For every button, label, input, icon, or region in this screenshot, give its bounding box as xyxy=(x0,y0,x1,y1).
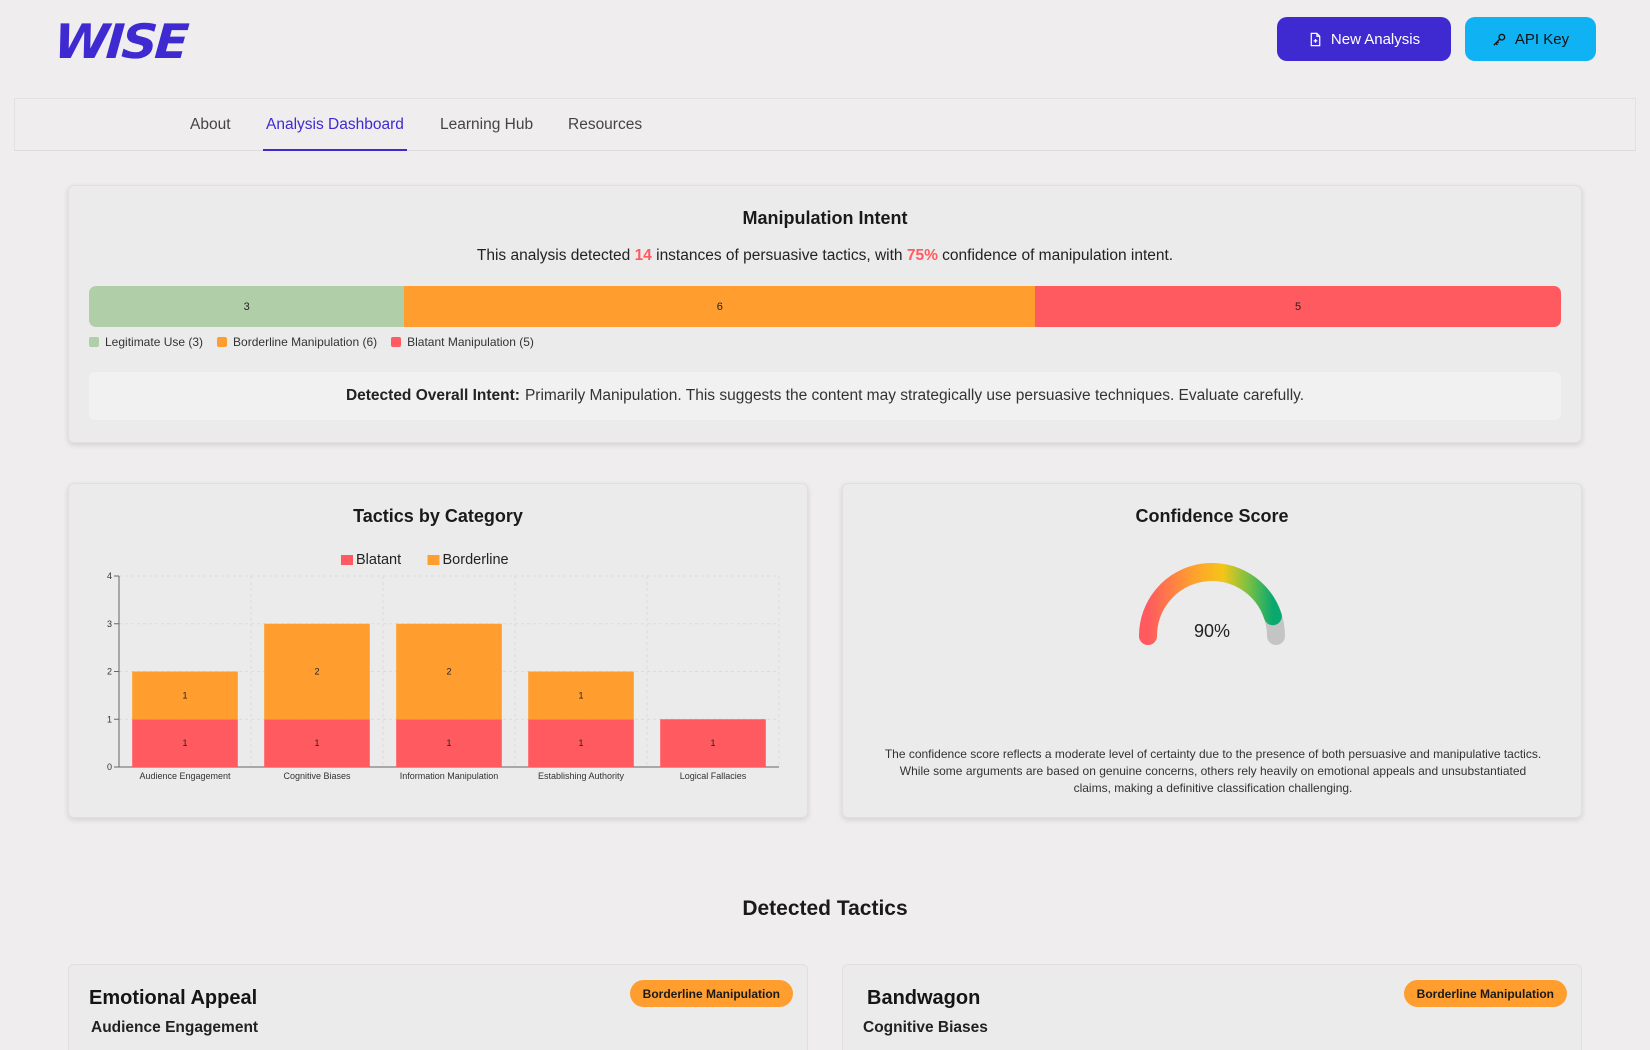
legend-swatch xyxy=(89,337,99,347)
tactic-name: Emotional Appeal xyxy=(89,987,258,1009)
confidence-score-card: Confidence Score 90% The confidence scor… xyxy=(842,483,1582,818)
confidence-description: The confidence score reflects a moderate… xyxy=(884,747,1542,795)
header: WISE New Analysis API Key xyxy=(0,0,1650,90)
legend-label: Borderline Manipulation (6) xyxy=(233,335,378,349)
api-key-button[interactable]: API Key xyxy=(1465,17,1596,61)
summary-mid: instances of persuasive tactics, with xyxy=(651,247,907,264)
intent-summary: This analysis detected 14 instances of p… xyxy=(69,247,1581,265)
key-icon xyxy=(1493,33,1506,46)
confidence-gauge: 90% xyxy=(1139,563,1285,645)
x-tick-label: Audience Engagement xyxy=(139,771,231,781)
new-analysis-label: New Analysis xyxy=(1330,30,1421,48)
status-badge: Borderline Manipulation xyxy=(629,980,793,1007)
instances-count: 14 xyxy=(634,247,652,264)
legend-swatch xyxy=(391,337,402,347)
tactic-category: Audience Engagement xyxy=(91,1019,259,1036)
legend-item: Legitimate Use (3) xyxy=(89,335,203,349)
tactic-category: Cognitive Biases xyxy=(863,1019,988,1036)
tab-analysis-dashboard[interactable]: Analysis Dashboard xyxy=(263,99,407,151)
intent-segment: 6 xyxy=(404,286,1036,327)
main-nav: About Analysis Dashboard Learning Hub Re… xyxy=(14,98,1636,151)
summary-post: confidence of manipulation intent. xyxy=(937,247,1174,264)
bar-value-label: 2 xyxy=(446,667,451,677)
summary-pre: This analysis detected xyxy=(476,247,635,264)
confidence-value: 75% xyxy=(906,247,938,264)
legend-label: Legitimate Use (3) xyxy=(105,335,204,349)
legend-swatch xyxy=(217,337,228,347)
file-plus-icon xyxy=(1310,32,1321,46)
manipulation-intent-card: Manipulation Intent This analysis detect… xyxy=(68,185,1582,443)
x-tick-label: Establishing Authority xyxy=(538,771,625,781)
y-tick-label: 4 xyxy=(107,571,112,581)
y-tick-label: 1 xyxy=(107,714,112,724)
intent-distribution-bar: 365 xyxy=(89,286,1561,327)
api-key-label: API Key xyxy=(1514,30,1570,48)
legend-swatch xyxy=(341,555,353,565)
legend-label: Borderline xyxy=(443,552,509,568)
wise-logo[interactable]: WISE xyxy=(52,14,188,69)
gauge-value-label: 90% xyxy=(1194,621,1230,641)
bar-value-label: 1 xyxy=(182,690,187,700)
intent-segment: 5 xyxy=(1035,286,1561,327)
intent-legend: Legitimate Use (3) Borderline Manipulatio… xyxy=(89,335,534,349)
tab-learning-hub[interactable]: Learning Hub xyxy=(437,99,536,151)
legend-swatch xyxy=(427,555,440,565)
bar-value-label: 1 xyxy=(578,690,583,700)
overall-intent-text: Primarily Manipulation. This suggests th… xyxy=(524,387,1305,404)
x-tick-label: Logical Fallacies xyxy=(680,771,747,781)
bar-value-label: 1 xyxy=(182,738,187,748)
bar-value-label: 1 xyxy=(446,738,451,748)
y-tick-label: 0 xyxy=(107,762,112,772)
y-tick-label: 2 xyxy=(107,667,112,677)
status-badge: Borderline Manipulation xyxy=(1403,980,1567,1007)
bar-value-label: 1 xyxy=(710,738,715,748)
bar-value-label: 2 xyxy=(314,667,319,677)
bar-value-label: 1 xyxy=(578,738,583,748)
new-analysis-button[interactable]: New Analysis xyxy=(1277,17,1451,61)
intent-title: Manipulation Intent xyxy=(742,208,908,228)
bar-value-label: 1 xyxy=(314,738,319,748)
overall-intent-label: Detected Overall Intent: xyxy=(345,387,520,404)
tab-resources[interactable]: Resources xyxy=(565,99,645,151)
legend-label: Blatant Manipulation (5) xyxy=(407,335,534,349)
tactics-chart: 0 1 2 3 4 1 1 Audience Engagement 1 2 Cognitive Bi… xyxy=(107,552,780,781)
tactic-name: Bandwagon xyxy=(867,987,981,1009)
tab-about[interactable]: About xyxy=(187,99,234,151)
y-tick-label: 3 xyxy=(107,619,112,629)
tactics-by-category-card: Tactics by Category 0 1 2 3 4 1 1 Audience Enga… xyxy=(68,483,808,818)
x-tick-label: Cognitive Biases xyxy=(283,771,351,781)
x-tick-label: Information Manipulation xyxy=(400,771,499,781)
overall-intent-box: Detected Overall Intent: Primarily Manip… xyxy=(89,372,1561,420)
tactic-card[interactable]: Bandwagon Cognitive Biases Borderline Ma… xyxy=(842,964,1582,1050)
intent-segment: 3 xyxy=(89,286,405,327)
legend-label: Blatant xyxy=(356,552,401,568)
detected-tactics-title: Detected Tactics xyxy=(742,897,908,920)
legend-item: Borderline Manipulation (6) xyxy=(217,335,377,349)
legend-item: Blatant Manipulation (5) xyxy=(391,335,534,349)
tactic-card[interactable]: Emotional Appeal Audience Engagement Bor… xyxy=(68,964,808,1050)
